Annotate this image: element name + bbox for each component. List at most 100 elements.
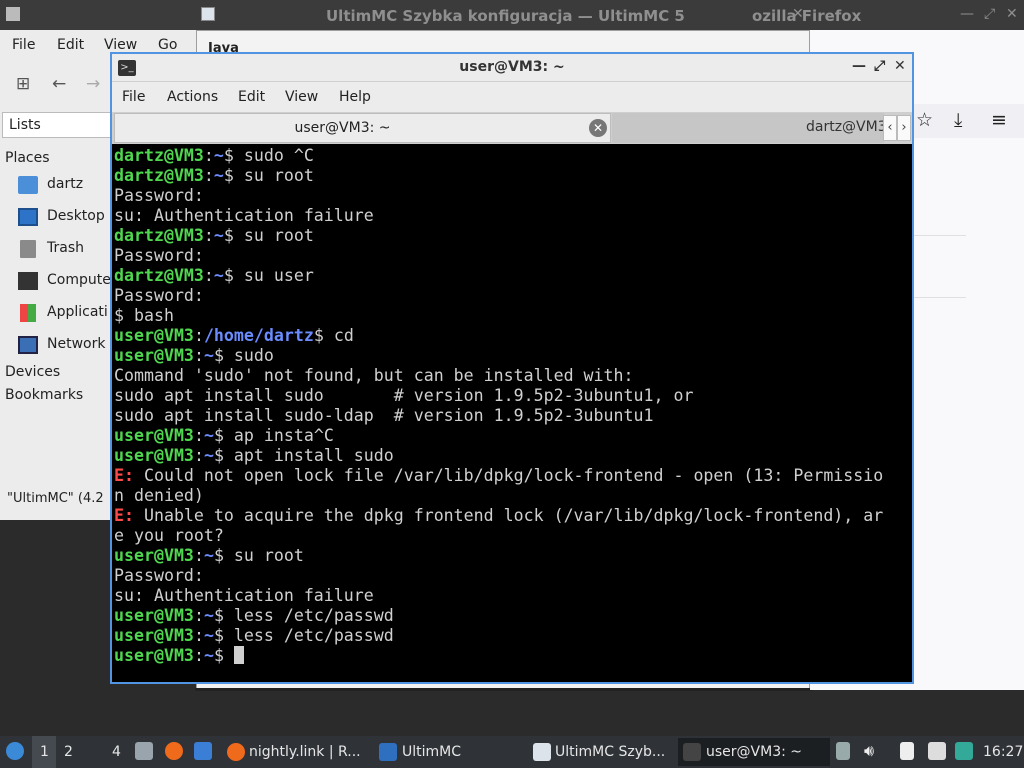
terminal-text: : <box>193 546 204 565</box>
lubuntu-logo-icon <box>6 742 24 760</box>
prompt-user: user@VM3 <box>114 346 194 365</box>
terminal-line: dartz@VM3:~$ sudo ^C <box>114 146 910 166</box>
notes-icon[interactable] <box>900 742 914 760</box>
terminal-text: : <box>193 646 204 665</box>
terminal-text: sudo apt install sudo-ldap # version 1.9… <box>114 406 654 425</box>
close-icon[interactable]: ✕ <box>792 6 804 22</box>
minimize-icon[interactable]: — <box>852 58 866 74</box>
divider <box>914 235 966 236</box>
file-manager-launcher-icon[interactable] <box>135 742 153 760</box>
terminal-icon <box>683 743 701 761</box>
terminal-text: $ sudo ^C <box>223 146 314 165</box>
start-menu-button[interactable] <box>0 736 30 768</box>
terminal-text: $ ap insta^C <box>213 426 334 445</box>
prompt-user: user@VM3 <box>114 326 194 345</box>
prompt-path: ~ <box>203 606 214 625</box>
prompt-user: user@VM3 <box>114 626 194 645</box>
prompt-user: dartz@VM3 <box>114 146 204 165</box>
workspace-2[interactable]: 2 <box>58 736 80 768</box>
terminal-line: n denied) <box>114 486 910 506</box>
prompt-path: ~ <box>203 546 214 565</box>
close-icon[interactable]: ✕ <box>1006 6 1018 22</box>
close-icon[interactable]: ✕ <box>894 58 906 74</box>
window-launcher-icon[interactable] <box>194 742 212 760</box>
terminal-text: $ su root <box>223 226 314 245</box>
menu-go[interactable]: Go <box>158 37 177 53</box>
background-window-titlebar: UltimMC Szybka konfiguracja — UltimMC 5 … <box>0 0 1024 30</box>
terminal-line: user@VM3:~$ sudo <box>114 346 910 366</box>
terminal-line: su: Authentication failure <box>114 586 910 606</box>
menu-help[interactable]: Help <box>339 89 371 105</box>
clock[interactable]: 16:27 <box>983 744 1023 760</box>
maximize-icon[interactable]: ⤢ <box>874 58 885 74</box>
terminal-text: : <box>203 166 214 185</box>
terminal-menubar: File Actions Edit View Help <box>112 82 912 112</box>
prompt-path: ~ <box>203 346 214 365</box>
terminal-line: user@VM3:~$ less /etc/passwd <box>114 626 910 646</box>
firefox-launcher-icon[interactable] <box>165 742 183 760</box>
terminal-line: user@VM3:~$ su root <box>114 546 910 566</box>
prompt-path: ~ <box>203 646 214 665</box>
terminal-cursor <box>233 646 244 664</box>
volume-icon[interactable]: 🔊︎ <box>864 741 882 760</box>
network-icon <box>18 336 38 354</box>
terminal-line: $ bash <box>114 306 910 326</box>
terminal-line: Password: <box>114 286 910 306</box>
hamburger-menu-icon[interactable]: ≡ <box>991 109 1007 131</box>
bookmark-star-icon[interactable]: ☆ <box>916 109 933 131</box>
downloads-icon[interactable]: ⤓ <box>954 109 962 131</box>
terminal-text: : <box>193 326 204 345</box>
task-ultimmc-config[interactable]: UltimMC Szyb... <box>528 738 672 766</box>
terminal-text: : <box>203 226 214 245</box>
trash-icon <box>20 240 36 258</box>
terminal-line: E: Could not open lock file /var/lib/dpk… <box>114 466 910 486</box>
tab-scroll-right-icon[interactable]: › <box>897 115 911 141</box>
menu-file[interactable]: File <box>12 37 35 53</box>
new-tab-icon[interactable]: ⊞ <box>16 74 30 94</box>
menu-edit[interactable]: Edit <box>57 37 84 53</box>
terminal-text: e you root? <box>114 526 224 545</box>
terminal-line: user@VM3:~$ less /etc/passwd <box>114 606 910 626</box>
desktop-icon <box>18 208 38 226</box>
terminal-line: user@VM3:~$ apt install sudo <box>114 446 910 466</box>
menu-edit[interactable]: Edit <box>238 89 265 105</box>
terminal-text: $ <box>213 646 234 665</box>
menu-file[interactable]: File <box>122 89 145 105</box>
computer-icon <box>18 272 38 290</box>
terminal-line: su: Authentication failure <box>114 206 910 226</box>
prompt-path: ~ <box>203 626 214 645</box>
tab-user[interactable]: user@VM3: ~ ✕ <box>114 113 611 143</box>
close-tab-icon[interactable]: ✕ <box>589 119 607 137</box>
tab-dartz[interactable]: dartz@VM3 <box>612 113 884 143</box>
terminal-output[interactable]: dartz@VM3:~$ sudo ^C dartz@VM3:~$ su root… <box>114 146 910 682</box>
terminal-text: Password: <box>114 286 204 305</box>
status-text: "UltimMC" (4.2 <box>7 491 104 506</box>
taskbar: 1 2 4 nightly.link | R... UltimMC UltimM… <box>0 736 1024 768</box>
terminal-text: Password: <box>114 566 204 585</box>
terminal-text: sudo apt install sudo # version 1.9.5p2-… <box>114 386 694 405</box>
maximize-icon[interactable]: ⤢ <box>984 6 995 22</box>
task-terminal[interactable]: user@VM3: ~ <box>678 738 830 766</box>
minimize-icon[interactable]: — <box>960 6 974 22</box>
terminal-text: su: Authentication failure <box>114 206 374 225</box>
task-firefox-nightly[interactable]: nightly.link | R... <box>222 738 368 766</box>
home-folder-icon <box>18 176 38 194</box>
workspace-1[interactable]: 1 <box>32 736 56 768</box>
terminal-line: sudo apt install sudo # version 1.9.5p2-… <box>114 386 910 406</box>
forward-arrow-icon[interactable]: → <box>86 74 100 94</box>
background-window-title: UltimMC Szybka konfiguracja — UltimMC 5 <box>326 7 685 25</box>
terminal-window: >_ user@VM3: ~ — ⤢ ✕ File Actions Edit V… <box>110 52 914 684</box>
display-icon[interactable] <box>928 742 946 760</box>
terminal-tabbar: user@VM3: ~ ✕ dartz@VM3 ‹ › <box>112 112 912 144</box>
terminal-line: e you root? <box>114 526 910 546</box>
workspace-4[interactable]: 4 <box>106 736 128 768</box>
task-ultimmc[interactable]: UltimMC <box>374 738 522 766</box>
network-tray-icon[interactable] <box>955 742 973 760</box>
tab-scroll-left-icon[interactable]: ‹ <box>883 115 897 141</box>
clipboard-icon[interactable] <box>836 742 850 760</box>
back-arrow-icon[interactable]: ← <box>52 74 66 94</box>
terminal-line: user@VM3:/home/dartz$ cd <box>114 326 910 346</box>
menu-view[interactable]: View <box>104 37 137 53</box>
menu-view[interactable]: View <box>285 89 318 105</box>
menu-actions[interactable]: Actions <box>167 89 218 105</box>
